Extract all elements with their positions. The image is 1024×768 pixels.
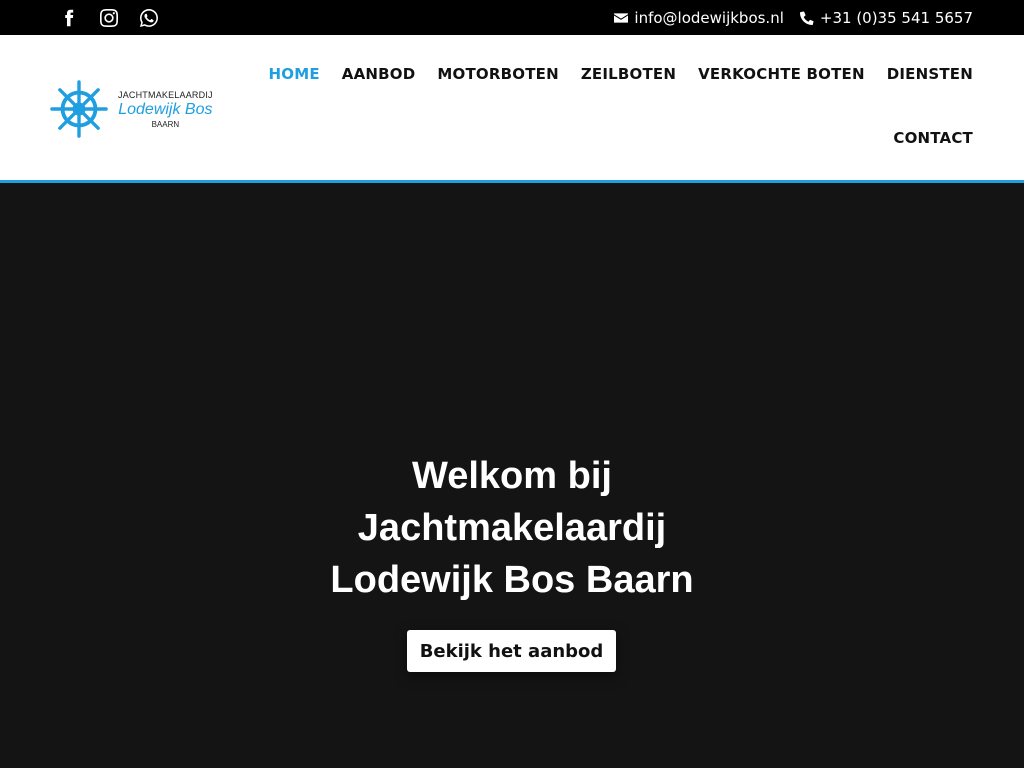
view-offer-button[interactable]: Bekijk het aanbod (407, 630, 616, 672)
hero-title-line-2: Jachtmakelaardij (357, 507, 667, 549)
email-link[interactable]: info@lodewijkbos.nl (614, 8, 784, 27)
nav-item-contact[interactable]: CONTACT (893, 129, 973, 147)
social-links (58, 7, 160, 29)
nav-item-motorboten[interactable]: MOTORBOTEN (437, 65, 558, 83)
main-nav: HOME AANBOD MOTORBOTEN ZEILBOTEN VERKOCH… (253, 35, 973, 183)
nav-item-diensten[interactable]: DIENSTEN (887, 65, 973, 83)
nav-item-verkochte-boten[interactable]: VERKOCHTE BOTEN (698, 65, 865, 83)
phone-icon (799, 10, 814, 25)
nav-row-1: HOME AANBOD MOTORBOTEN ZEILBOTEN VERKOCH… (269, 65, 973, 83)
hero-title-line-3: Lodewijk Bos Baarn (330, 559, 694, 601)
logo-line-2: Lodewijk Bos (118, 100, 213, 118)
phone-text: +31 (0)35 541 5657 (819, 8, 973, 27)
site-logo[interactable]: JACHTMAKELAARDIJ Lodewijk Bos BAARN (50, 80, 220, 138)
contact-info: info@lodewijkbos.nl +31 (0)35 541 5657 (614, 9, 973, 27)
email-text: info@lodewijkbos.nl (634, 8, 784, 27)
logo-text: JACHTMAKELAARDIJ Lodewijk Bos BAARN (118, 90, 213, 129)
instagram-icon[interactable] (98, 7, 120, 29)
phone-link[interactable]: +31 (0)35 541 5657 (799, 8, 973, 27)
whatsapp-icon[interactable] (138, 7, 160, 29)
envelope-icon (614, 12, 629, 23)
site-header: JACHTMAKELAARDIJ Lodewijk Bos BAARN HOME… (0, 35, 1024, 183)
nav-row-2: CONTACT (893, 129, 973, 148)
hero-title-line-1: Welkom bij (412, 455, 612, 497)
logo-line-1: JACHTMAKELAARDIJ (118, 89, 213, 100)
nav-item-aanbod[interactable]: AANBOD (342, 65, 416, 83)
hero-title: Welkom bij Jachtmakelaardij Lodewijk Bos… (262, 450, 762, 606)
nav-item-home[interactable]: HOME (269, 65, 320, 83)
logo-line-3: BAARN (151, 119, 180, 129)
top-bar: info@lodewijkbos.nl +31 (0)35 541 5657 (0, 0, 1024, 35)
facebook-icon[interactable] (58, 7, 80, 29)
ship-wheel-icon (50, 80, 108, 138)
hero-section: Welkom bij Jachtmakelaardij Lodewijk Bos… (0, 186, 1024, 768)
nav-item-zeilboten[interactable]: ZEILBOTEN (581, 65, 676, 83)
